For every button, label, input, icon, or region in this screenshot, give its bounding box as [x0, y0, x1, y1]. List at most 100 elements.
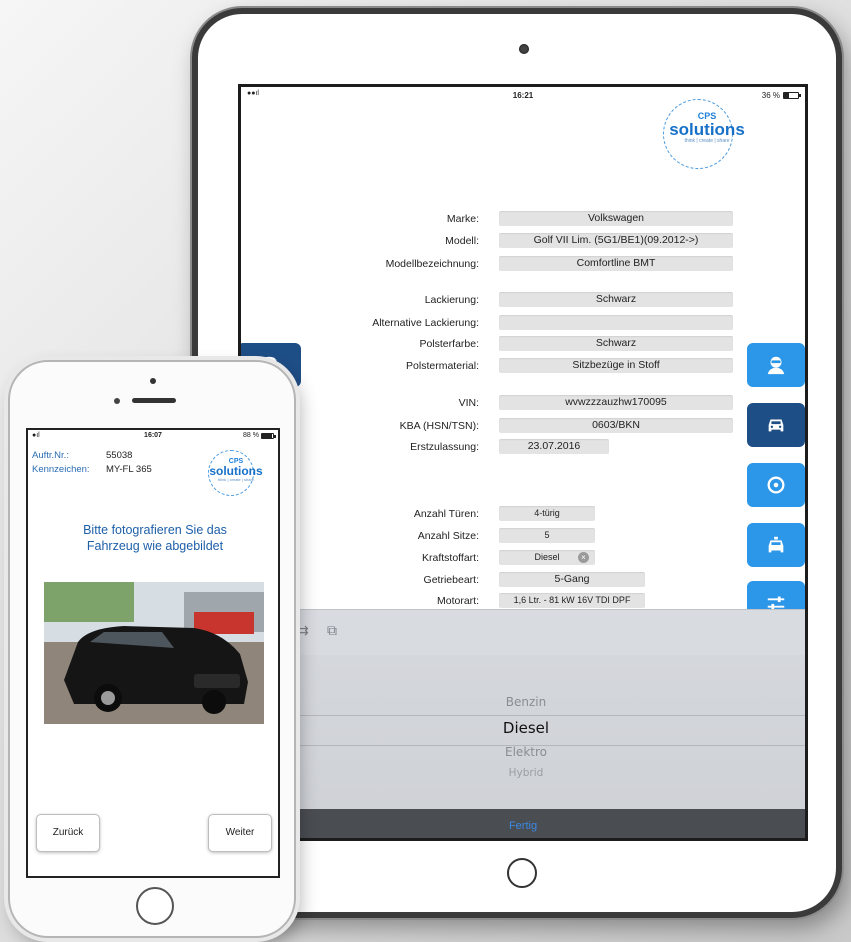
- clipboard-icon[interactable]: ⧉: [327, 622, 337, 639]
- plate-value: MY-FL 365: [106, 464, 152, 475]
- field-label: Polstermaterial:: [406, 360, 479, 372]
- iphone-battery-text: 88 %: [243, 432, 259, 439]
- field-label-row: Lackierung:: [241, 292, 479, 308]
- field-label: Kraftstoffart:: [422, 552, 479, 564]
- field-value[interactable]: 5: [499, 528, 595, 543]
- field-label: Erstzulassung:: [410, 441, 479, 453]
- picker-toolbar: ⇉ ⧉: [241, 609, 805, 655]
- field-value-text: 23.07.2016: [527, 440, 581, 452]
- car-icon: [768, 419, 784, 432]
- field-value[interactable]: [499, 315, 733, 330]
- battery-icon: [783, 92, 801, 99]
- field-value-text: Schwarz: [595, 337, 637, 349]
- company-logo: CPS solutions think | create | share: [204, 450, 268, 500]
- field-label-row: Modellbezeichnung:: [241, 256, 479, 272]
- field-label: Motorart:: [436, 595, 479, 607]
- ipad-battery: 36 %: [761, 91, 801, 100]
- picker-option-diesel[interactable]: Diesel: [241, 719, 805, 737]
- iphone-screen: ●ıl 16:07 88 % Auftr.Nr.: 55038 Kennzeic…: [26, 428, 280, 878]
- field-value[interactable]: Volkswagen: [499, 211, 733, 226]
- field-value[interactable]: Sitzbezüge in Stoff: [499, 358, 733, 373]
- field-label-row: Modell:: [241, 233, 479, 249]
- done-button[interactable]: Fertig: [241, 809, 805, 838]
- field-value[interactable]: 0603/BKN: [499, 418, 733, 433]
- field-value[interactable]: Schwarz: [499, 292, 733, 307]
- field-value-text: 0603/BKN: [592, 419, 640, 431]
- next-button[interactable]: Weiter: [208, 814, 272, 852]
- back-button[interactable]: Zurück: [36, 814, 100, 852]
- field-value-text: wvwzzzauzhw170095: [565, 396, 667, 408]
- fuel-type-picker[interactable]: Benzin Diesel Elektro Hybrid: [241, 655, 805, 810]
- ipad-camera: [519, 44, 529, 54]
- iphone-home-button[interactable]: [136, 887, 174, 925]
- picker-option-hybrid[interactable]: Hybrid: [241, 767, 805, 779]
- plate-label: Kennzeichen:: [32, 464, 90, 475]
- field-value-text: Diesel: [534, 552, 560, 562]
- battery-icon: [261, 432, 276, 439]
- ipad-battery-text: 36 %: [761, 91, 780, 100]
- order-label: Auftr.Nr.:: [32, 450, 69, 461]
- field-value-text: 5: [544, 530, 550, 540]
- field-value[interactable]: Golf VII Lim. (5G1/BE1)(09.2012->): [499, 233, 733, 248]
- ipad-screen: ●●ıl 16:21 36 % CPS solutions think | cr…: [238, 84, 808, 841]
- company-logo: CPS solutions think | create | share: [661, 99, 751, 173]
- field-label: Anzahl Türen:: [413, 508, 479, 520]
- instruction-line2: Fahrzeug wie abgebildet: [86, 539, 224, 553]
- field-value-text: 5-Gang: [554, 573, 590, 585]
- iphone-battery: 88 %: [243, 432, 276, 439]
- taxi-button[interactable]: [747, 523, 805, 567]
- plate: Kennzeichen:: [32, 464, 90, 475]
- field-label-row: Marke:: [241, 211, 479, 227]
- person-button[interactable]: [747, 343, 805, 387]
- picker-option-elektro[interactable]: Elektro: [241, 745, 805, 759]
- field-label: Getriebeart:: [423, 574, 479, 586]
- car-button[interactable]: [747, 403, 805, 447]
- field-value-text: 4-türig: [534, 508, 560, 518]
- field-label: Modellbezeichnung:: [385, 258, 479, 270]
- plate-number-value: MY-FL 365: [106, 464, 152, 475]
- field-label: Polsterfarbe:: [419, 338, 479, 350]
- order-number: Auftr.Nr.:: [32, 450, 69, 461]
- field-value[interactable]: 23.07.2016: [499, 439, 609, 454]
- logo-line2: solutions: [209, 464, 263, 478]
- field-value[interactable]: 1,6 Ltr. - 81 kW 16V TDI DPF: [499, 593, 645, 608]
- field-label: Marke:: [446, 213, 479, 225]
- redo-icon[interactable]: ⇉: [297, 622, 309, 639]
- field-value[interactable]: Comfortline BMT: [499, 256, 733, 271]
- field-value-text: 1,6 Ltr. - 81 kW 16V TDI DPF: [513, 595, 631, 605]
- taxi-icon: [768, 536, 784, 553]
- iphone-status-time: 16:07: [144, 432, 162, 439]
- iphone-speaker: [132, 398, 176, 403]
- field-value-text: Sitzbezüge in Stoff: [572, 359, 660, 371]
- field-value-text: Comfortline BMT: [576, 257, 656, 269]
- field-label: Anzahl Sitze:: [417, 530, 479, 542]
- field-value-text: Volkswagen: [587, 212, 645, 224]
- steering-button[interactable]: [747, 463, 805, 507]
- photo-instruction: Bitte fotografieren Sie das Fahrzeug wie…: [28, 522, 278, 554]
- field-value[interactable]: 5-Gang: [499, 572, 645, 587]
- instruction-line1: Bitte fotografieren Sie das: [83, 523, 227, 537]
- field-value[interactable]: Schwarz: [499, 336, 733, 351]
- steering-wheel-icon: [767, 476, 785, 494]
- clear-icon[interactable]: ×: [578, 552, 589, 563]
- field-label: Alternative Lackierung:: [372, 317, 479, 329]
- field-label: Lackierung:: [424, 294, 479, 306]
- field-value[interactable]: 4-türig: [499, 506, 595, 521]
- field-value[interactable]: Diesel ×: [499, 550, 595, 565]
- field-value[interactable]: wvwzzzauzhw170095: [499, 395, 733, 410]
- field-value-text: Golf VII Lim. (5G1/BE1)(09.2012->): [533, 234, 699, 246]
- field-label: Modell:: [445, 235, 479, 247]
- field-label: KBA (HSN/TSN):: [399, 420, 479, 432]
- order-value: 55038: [106, 450, 133, 461]
- person-icon: [767, 356, 785, 375]
- iphone-front-sensor: [150, 378, 156, 384]
- logo-line2: solutions: [669, 120, 745, 139]
- field-label-row: Alternative Lackierung:: [241, 315, 479, 331]
- picker-option-benzin[interactable]: Benzin: [241, 695, 805, 709]
- field-value-text: Schwarz: [595, 293, 637, 305]
- iphone-camera: [114, 398, 120, 404]
- field-label: VIN:: [458, 397, 479, 409]
- iphone-status-bar: ●ıl 16:07 88 %: [28, 430, 278, 442]
- example-car-photo: [44, 582, 264, 724]
- ipad-home-button[interactable]: [507, 858, 537, 888]
